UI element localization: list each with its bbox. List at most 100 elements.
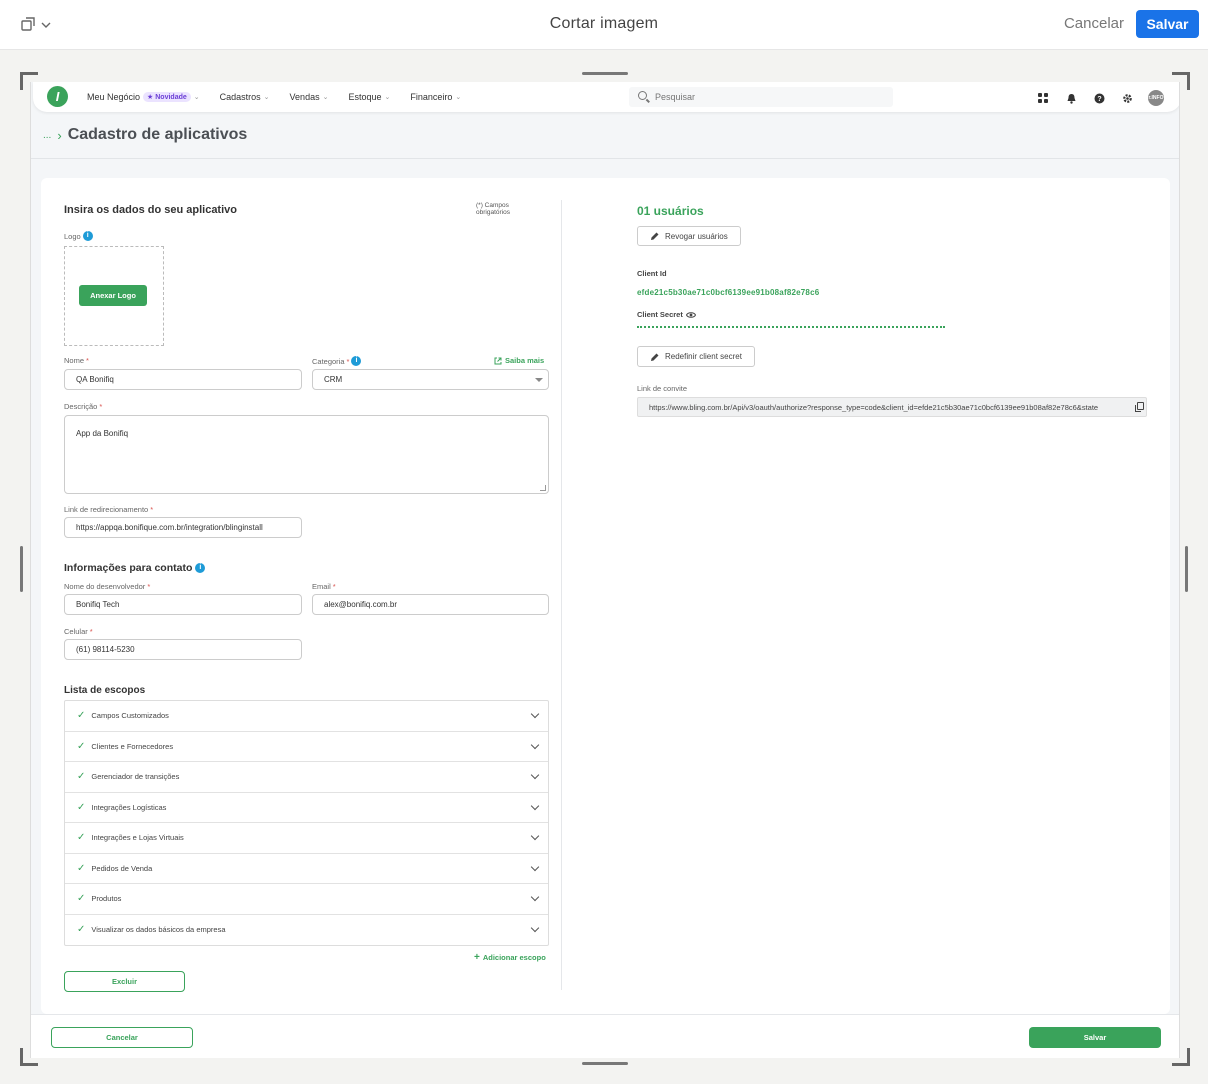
breadcrumb-ellipsis[interactable]: ... (43, 130, 51, 141)
navbar-actions: ? r.INFO (1036, 90, 1164, 106)
save-button[interactable]: Salvar (1029, 1027, 1161, 1048)
email-field[interactable]: alex@bonifiq.com.br (312, 594, 549, 615)
gear-icon[interactable] (1120, 91, 1134, 105)
category-label-text: Categoria (312, 356, 345, 366)
check-icon: ✓ (77, 862, 86, 874)
crop-handle-left[interactable] (20, 546, 23, 592)
chevron-down-icon: ⌄ (193, 94, 200, 101)
delete-button[interactable]: Excluir (64, 971, 185, 992)
category-value: CRM (324, 375, 343, 384)
learn-more-link[interactable]: Saiba mais (494, 356, 544, 365)
help-icon[interactable]: ? (1092, 91, 1106, 105)
check-icon: ✓ (77, 710, 86, 722)
scope-label: Pedidos de Venda (91, 863, 153, 873)
add-scope-link[interactable]: + Adicionar escopo (474, 952, 546, 963)
list-item[interactable]: ✓ Integrações Logísticas (65, 793, 548, 823)
crop-save-button[interactable]: Salvar (1136, 10, 1199, 38)
chevron-down-icon: ⌄ (455, 94, 462, 101)
list-item[interactable]: ✓ Pedidos de Venda (65, 854, 548, 884)
menu-item-meu-negocio[interactable]: Meu Negócio ★ Novidade ⌄ (87, 92, 200, 102)
client-secret-masked (637, 326, 945, 328)
search-input[interactable] (629, 87, 893, 107)
required-asterisk: * (346, 356, 350, 366)
logo-label-text: Logo (64, 231, 81, 241)
crop-handle-bottom-left[interactable] (20, 1048, 38, 1066)
description-textarea[interactable]: App da Bonifiq (64, 415, 549, 494)
crop-handle-top[interactable] (582, 72, 628, 75)
bell-icon[interactable] (1064, 91, 1078, 105)
list-item[interactable]: ✓ Clientes e Fornecedores (65, 732, 548, 762)
svg-text:?: ? (1097, 96, 1101, 103)
crop-cancel-button[interactable]: Cancelar (1064, 15, 1124, 32)
crop-handle-bottom[interactable] (582, 1062, 628, 1065)
reset-secret-button[interactable]: Redefinir client secret (637, 346, 755, 367)
developer-name-input[interactable]: Bonifiq Tech (64, 594, 302, 615)
category-select[interactable]: CRM (312, 369, 549, 390)
phone-input[interactable]: (61) 98114-5230 (64, 639, 302, 660)
chevron-down-icon (530, 801, 540, 810)
menu-item-label: Estoque (348, 92, 382, 102)
required-asterisk: * (332, 582, 336, 591)
list-item[interactable]: ✓ Campos Customizados (65, 701, 548, 732)
invite-link-input[interactable]: https://www.bling.com.br/Api/v3/oauth/au… (637, 397, 1147, 417)
menu-item-label: Cadastros (219, 92, 261, 102)
client-secret-label: Client Secret (637, 310, 696, 319)
scopes-title: Lista de escopos (64, 685, 146, 696)
chevron-down-icon (530, 709, 540, 719)
list-item[interactable]: ✓ Gerenciador de transições (65, 762, 548, 793)
attach-logo-button[interactable]: Anexar Logo (79, 285, 147, 306)
chevron-down-icon (530, 740, 540, 749)
menu-item-estoque[interactable]: Estoque ⌄ (348, 92, 390, 102)
crop-handle-right[interactable] (1185, 546, 1188, 592)
app-logo[interactable]: I (47, 86, 68, 107)
search-icon (638, 91, 647, 100)
crop-handle-top-left[interactable] (20, 72, 38, 90)
copy-icon[interactable] (1135, 402, 1144, 412)
crop-handle-top-right[interactable] (1172, 72, 1190, 90)
check-icon: ✓ (77, 771, 86, 783)
chevron-down-icon (530, 892, 540, 902)
info-icon[interactable]: i (195, 563, 206, 573)
revoke-users-label: Revogar usuários (665, 231, 728, 241)
required-asterisk: * (147, 582, 151, 591)
main-menu: Meu Negócio ★ Novidade ⌄ Cadastros ⌄ Ven… (87, 92, 461, 102)
menu-item-vendas[interactable]: Vendas ⌄ (290, 92, 329, 102)
avatar[interactable]: r.INFO (1148, 90, 1164, 106)
resize-handle[interactable] (540, 485, 546, 491)
name-label-text: Nome (64, 356, 85, 365)
info-icon[interactable]: i (351, 356, 362, 366)
menu-item-cadastros[interactable]: Cadastros ⌄ (220, 92, 270, 102)
chevron-right-icon: › (57, 127, 62, 143)
add-scope-label: Adicionar escopo (482, 953, 546, 962)
description-value: App da Bonifiq (76, 429, 129, 438)
check-icon: ✓ (77, 832, 86, 844)
name-input[interactable]: QA Bonifiq (64, 369, 302, 390)
form-footer: Cancelar Salvar (31, 1014, 1179, 1058)
logo-dropzone[interactable]: Anexar Logo (64, 246, 164, 346)
required-asterisk: * (89, 627, 93, 636)
scope-label: Clientes e Fornecedores (91, 741, 174, 751)
crop-dialog-title: Cortar imagem (549, 15, 659, 32)
list-item[interactable]: ✓ Integrações e Lojas Virtuais (65, 823, 548, 854)
logo-label: Logo i (64, 231, 93, 241)
menu-item-financeiro[interactable]: Financeiro ⌄ (410, 92, 461, 102)
menu-item-label: Vendas (289, 92, 320, 102)
list-item[interactable]: ✓ Visualizar os dados básicos da empresa (65, 915, 548, 946)
chevron-down-icon (530, 862, 540, 871)
apps-grid-icon[interactable] (1036, 91, 1050, 105)
list-item[interactable]: ✓ Produtos (65, 884, 548, 915)
column-divider (561, 200, 562, 990)
crop-area[interactable]: I Meu Negócio ★ Novidade ⌄ Cadastros ⌄ V… (30, 82, 1180, 1058)
scope-label: Integrações e Lojas Virtuais (91, 833, 184, 843)
cancel-button[interactable]: Cancelar (51, 1027, 193, 1048)
redirect-url-input[interactable]: https://appqa.bonifique.com.br/integrati… (64, 517, 302, 538)
check-icon: ✓ (77, 740, 86, 752)
chevron-down-icon: ⌄ (384, 94, 391, 101)
scope-label: Gerenciador de transições (91, 772, 180, 782)
eye-icon[interactable] (685, 311, 696, 319)
app-form-card: Insira os dados do seu aplicativo (*) Ca… (41, 178, 1170, 1014)
crop-handle-bottom-right[interactable] (1172, 1048, 1190, 1066)
revoke-users-button[interactable]: Revogar usuários (637, 226, 741, 246)
check-icon: ✓ (77, 801, 86, 813)
info-icon[interactable]: i (82, 231, 93, 241)
